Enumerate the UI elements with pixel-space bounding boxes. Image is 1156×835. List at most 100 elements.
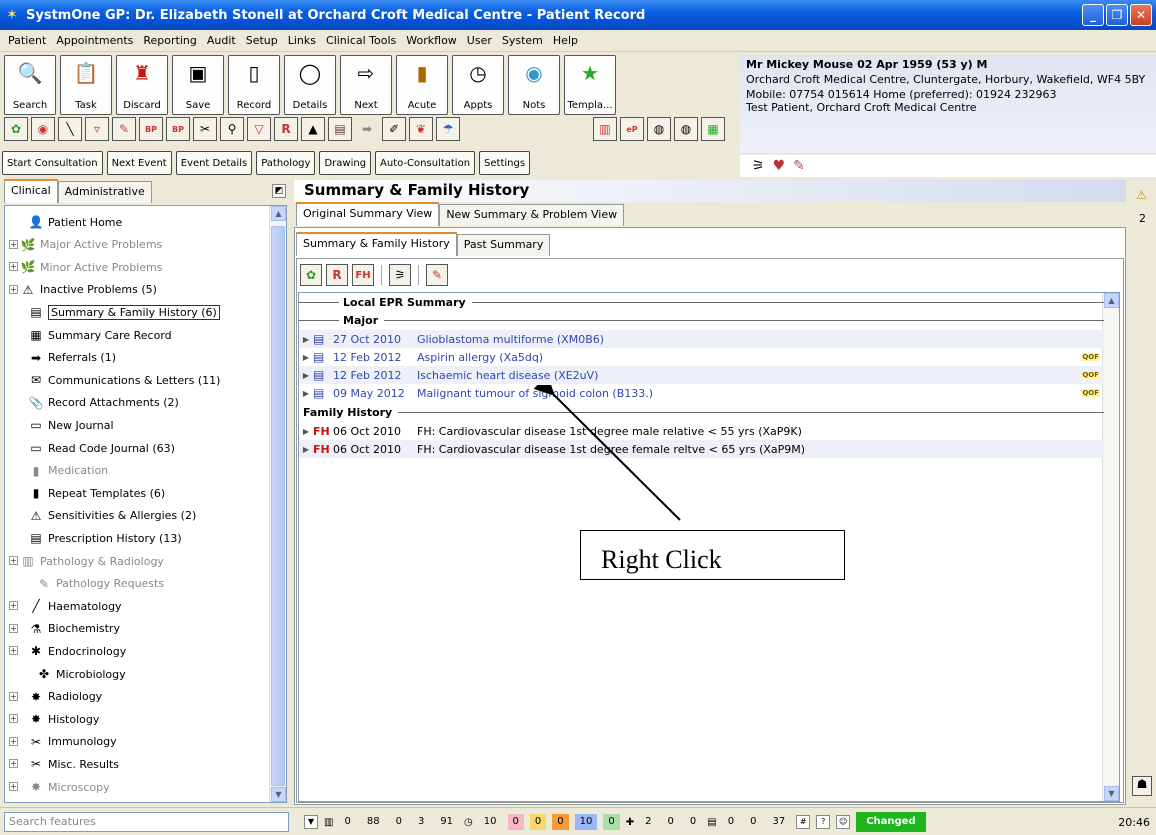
tree-item-pathology-radiology[interactable]: ▥ Pathology & Radiology xyxy=(19,551,164,571)
tree-item-microbiology[interactable]: ✤ Microbiology xyxy=(35,664,126,684)
expand-icon[interactable]: + xyxy=(9,601,18,611)
dropdown-arrow-icon[interactable]: ▼ xyxy=(304,815,318,829)
tree-item-histology[interactable]: ✸ Histology xyxy=(27,709,99,729)
menu-workflow[interactable]: Workflow xyxy=(406,34,457,47)
search-button[interactable]: 🔍 Search xyxy=(4,55,56,115)
expand-arrow-icon[interactable]: ▶ xyxy=(299,335,313,344)
tree-item-inactive-problems-5[interactable]: ⚠ Inactive Problems (5) xyxy=(19,280,157,300)
auto-consultation-button[interactable]: Auto-Consultation xyxy=(375,151,476,175)
syringe-icon[interactable]: ✎ xyxy=(112,117,136,141)
warning-icon[interactable]: ⚠ xyxy=(1136,188,1147,202)
bp-alt-icon[interactable]: BP xyxy=(166,117,190,141)
tree-item-microscopy[interactable]: ✸ Microscopy xyxy=(27,777,110,797)
tree-item-read-code-journal-63[interactable]: ▭ Read Code Journal (63) xyxy=(27,438,175,458)
expand-icon[interactable]: + xyxy=(9,262,18,272)
start-consultation-button[interactable]: Start Consultation xyxy=(2,151,103,175)
report-r-icon[interactable]: R xyxy=(274,117,298,141)
expand-icon[interactable]: + xyxy=(9,782,18,791)
user-icon[interactable]: ☺ xyxy=(836,815,851,829)
expand-arrow-icon[interactable]: ▶ xyxy=(299,445,313,454)
tree-item-haematology[interactable]: ╱ Haematology xyxy=(27,596,121,616)
search-record-icon[interactable]: ◉ xyxy=(31,117,55,141)
tree-scroll-thumb[interactable] xyxy=(271,226,285,786)
expand-icon[interactable]: + xyxy=(9,556,18,565)
person-icon[interactable]: ☗ xyxy=(1132,776,1152,796)
minimize-button[interactable]: _ xyxy=(1082,4,1104,26)
arrow-right-icon[interactable]: ➡ xyxy=(355,117,379,141)
chart-icon[interactable]: ▲ xyxy=(301,117,325,141)
tab-clinical[interactable]: Clinical xyxy=(4,179,58,203)
tumbler-icon[interactable]: ▽ xyxy=(247,117,271,141)
menu-reporting[interactable]: Reporting xyxy=(143,34,196,47)
menu-user[interactable]: User xyxy=(467,34,492,47)
discard-button[interactable]: ♜ Discard xyxy=(116,55,168,115)
next-button[interactable]: ⇨ Next xyxy=(340,55,392,115)
tree-item-new-journal[interactable]: ▭ New Journal xyxy=(27,415,113,435)
tools-icon[interactable]: ✂ xyxy=(193,117,217,141)
summary-row[interactable]: ▶ ▤ 12 Feb 2012 Aspirin allergy (Xa5dq) QOF xyxy=(299,348,1104,366)
sms-icon[interactable]: ▤ xyxy=(328,117,352,141)
list-scroll-up-icon[interactable]: ▲ xyxy=(1104,293,1119,308)
save-button[interactable]: ▣ Save xyxy=(172,55,224,115)
tree-item-record-attachments-2[interactable]: 📎 Record Attachments (2) xyxy=(27,393,179,413)
tree-item-misc-results[interactable]: ✂ Misc. Results xyxy=(27,754,119,774)
nots-button[interactable]: ◉ Nots xyxy=(508,55,560,115)
search-features-input[interactable]: Search features xyxy=(4,812,289,832)
tree-item-repeat-templates-6[interactable]: ▮ Repeat Templates (6) xyxy=(27,483,166,503)
tree-item-prescription-history-13[interactable]: ▤ Prescription History (13) xyxy=(27,528,181,548)
templa-button[interactable]: ★ Templa... xyxy=(564,55,616,115)
menu-patient[interactable]: Patient xyxy=(8,34,46,47)
menu-help[interactable]: Help xyxy=(553,34,578,47)
expand-arrow-icon[interactable]: ▶ xyxy=(299,389,313,398)
heart-tool-icon[interactable]: ❦ xyxy=(409,117,433,141)
tab-summary-family-history[interactable]: Summary & Family History xyxy=(296,232,457,256)
tree-scrollbar[interactable]: ▲ ▼ xyxy=(269,206,286,802)
expand-arrow-icon[interactable]: ▶ xyxy=(299,371,313,380)
expand-icon[interactable]: + xyxy=(9,759,18,769)
tab-new-summary-problem-view[interactable]: New Summary & Problem View xyxy=(439,204,625,226)
tree-item-major-active-problems[interactable]: 🌿 Major Active Problems xyxy=(19,235,163,255)
edit-document-icon[interactable]: ✐ xyxy=(382,117,406,141)
tab-original-summary-view[interactable]: Original Summary View xyxy=(296,202,440,226)
bp-icon[interactable]: BP xyxy=(139,117,163,141)
grid-icon[interactable]: # xyxy=(796,815,811,829)
beaker-icon[interactable]: ▿ xyxy=(85,117,109,141)
scroll-up-icon[interactable]: ▲ xyxy=(271,206,286,221)
expand-icon[interactable]: + xyxy=(9,736,18,746)
drawing-button[interactable]: Drawing xyxy=(319,151,372,175)
tree-item-summary-family-history-6[interactable]: ▤ Summary & Family History (6) xyxy=(27,302,220,322)
pills-alt-icon[interactable]: ◍ xyxy=(674,117,698,141)
tree-item-radiology[interactable]: ✸ Radiology xyxy=(27,687,102,707)
family-history-icon[interactable]: FH xyxy=(352,264,374,286)
collapse-panel-icon[interactable]: ◩ xyxy=(272,184,286,198)
syringe-alert-icon[interactable]: ✎ xyxy=(793,158,805,174)
scroll-down-icon[interactable]: ▼ xyxy=(271,787,286,802)
tree-item-immunology[interactable]: ✂ Immunology xyxy=(27,732,117,752)
expand-icon[interactable]: + xyxy=(9,284,18,294)
details-button[interactable]: ◯ Details xyxy=(284,55,336,115)
help-icon[interactable]: ? xyxy=(816,815,831,829)
list-scrollbar[interactable]: ▲ ▼ xyxy=(1102,293,1119,801)
pathology-button[interactable]: Pathology xyxy=(256,151,316,175)
tree-item-biochemistry[interactable]: ⚗ Biochemistry xyxy=(27,619,120,639)
event-details-button[interactable]: Event Details xyxy=(175,151,253,175)
coding-icon[interactable]: ⚞ xyxy=(752,158,765,174)
tree-item-referrals-1[interactable]: ➡ Referrals (1) xyxy=(27,348,116,368)
task-button[interactable]: 📋 Task xyxy=(60,55,112,115)
graph-icon[interactable]: ▥ xyxy=(593,117,617,141)
expand-icon[interactable]: + xyxy=(9,239,18,249)
tree-item-medication[interactable]: ▮ Medication xyxy=(27,461,108,481)
acute-button[interactable]: ▮ Acute xyxy=(396,55,448,115)
expand-arrow-icon[interactable]: ▶ xyxy=(299,427,313,436)
edit-pencil-icon[interactable]: ✎ xyxy=(426,264,448,286)
ep-icon[interactable]: eP xyxy=(620,117,644,141)
coding-tool-icon[interactable]: ⚞ xyxy=(389,264,411,286)
tree-item-pathology-requests[interactable]: ✎ Pathology Requests xyxy=(35,574,164,594)
menu-appointments[interactable]: Appointments xyxy=(56,34,133,47)
tree-item-patient-home[interactable]: 👤 Patient Home xyxy=(27,212,123,232)
menu-links[interactable]: Links xyxy=(288,34,316,47)
close-button[interactable]: ✕ xyxy=(1130,4,1152,26)
heart-icon[interactable]: ♥ xyxy=(773,158,786,174)
tab-administrative[interactable]: Administrative xyxy=(57,181,152,203)
menu-setup[interactable]: Setup xyxy=(246,34,278,47)
